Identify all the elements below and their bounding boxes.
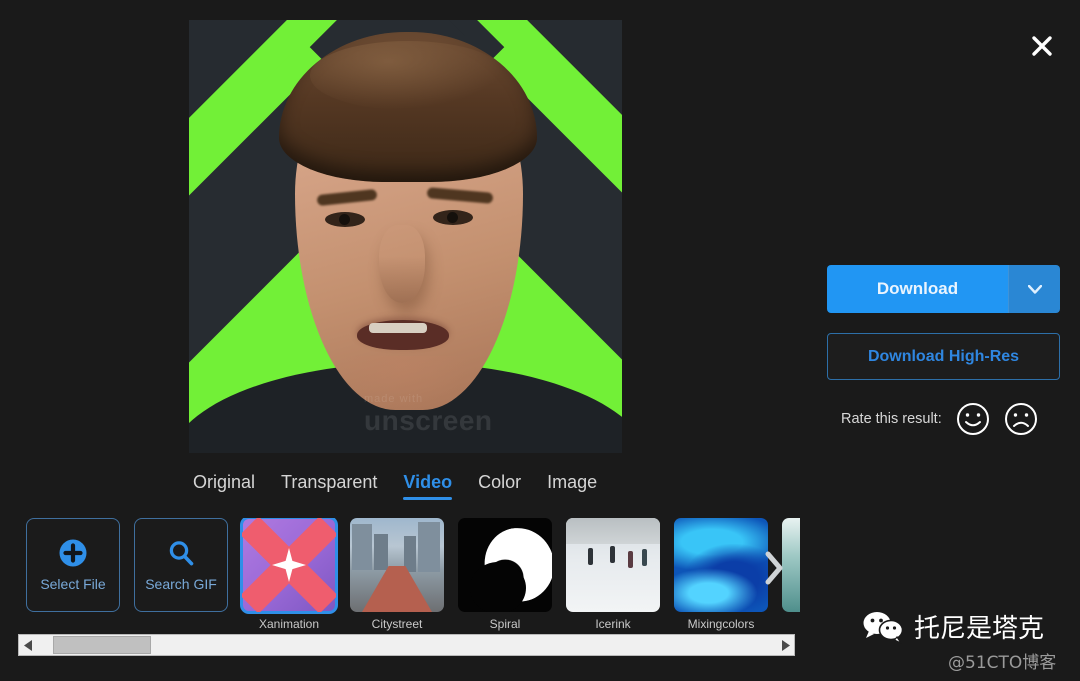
thumbnail-mixingcolors[interactable]: Mixingcolors [674,518,768,631]
thumbnail-list: Select File Search GIF Xanimation Cityst… [26,518,800,631]
mouth [357,320,449,350]
thumbnail-mixingcolors-image [674,518,768,612]
tab-transparent[interactable]: Transparent [281,472,377,500]
spiral-cutout [470,562,526,612]
tab-video[interactable]: Video [403,472,452,500]
teeth [369,323,427,333]
thumbnail-strip-next-button[interactable] [757,548,791,588]
road [362,566,432,612]
result-tabs: Original Transparent Video Color Image [193,472,597,500]
close-icon [1032,36,1052,56]
download-button-label[interactable]: Download [827,265,1008,313]
rating-row: Rate this result: [841,402,1038,436]
thumbnail-icerink-image [566,518,660,612]
thumbnail-spiral-image [458,518,552,612]
background-thumbnail-strip: Select File Search GIF Xanimation Cityst… [0,518,800,634]
rating-label: Rate this result: [841,411,942,427]
thumbnail-xanimation-label: Xanimation [258,617,320,631]
scrollbar-right-arrow[interactable] [776,635,794,655]
thumbnail-spiral[interactable]: Spiral [458,518,552,631]
search-gif-button[interactable]: Search GIF [134,518,228,612]
search-gif-label: Search GIF [145,576,217,592]
thumbnail-icerink[interactable]: Icerink [566,518,660,631]
select-file-button[interactable]: Select File [26,518,120,612]
app-window: made with unscreen Download Download Hig… [0,0,1080,681]
wechat-icon [863,611,904,644]
skater-4 [642,549,647,566]
result-preview-image: made with unscreen [189,20,622,453]
scrollbar-left-arrow[interactable] [19,635,37,655]
thumbnail-xanimation-image [240,518,338,614]
right-eye [433,210,473,225]
thumbnail-spiral-label: Spiral [489,617,521,631]
download-options-dropdown[interactable] [1008,265,1060,313]
wechat-watermark-name: 托尼是塔克 [914,614,1045,644]
thumbnail-citystreet[interactable]: Citystreet [350,518,444,631]
building-1 [352,524,372,570]
unscreen-made-with-label: made with [364,393,424,405]
close-button[interactable] [1024,28,1060,64]
frowny-face-icon[interactable] [1004,402,1038,436]
building-2 [374,534,388,570]
thumbnail-mixingcolors-label: Mixingcolors [687,617,755,631]
color-wave-3 [674,568,758,612]
wechat-watermark: 托尼是塔克 [862,608,1044,645]
unscreen-watermark: made with unscreen [364,394,614,435]
chevron-down-icon [1027,284,1042,294]
download-button[interactable]: Download [827,265,1060,313]
triangle-left-icon [23,639,32,651]
preview-background [189,20,622,453]
smiley-face-icon[interactable] [956,402,990,436]
skater-2 [610,546,615,563]
horizontal-scrollbar[interactable] [18,634,795,656]
select-file-label: Select File [40,576,106,592]
search-icon [169,541,194,566]
nose [379,225,425,303]
tab-image[interactable]: Image [547,472,597,500]
building-3 [418,522,440,572]
unscreen-brand-label: unscreen [364,405,493,436]
thumbnail-citystreet-label: Citystreet [371,617,423,631]
wechat-watermark-handle: @51CTO博客 [948,653,1057,673]
thumbnail-icerink-label: Icerink [595,617,631,631]
tab-color[interactable]: Color [478,472,521,500]
scrollbar-track[interactable] [37,635,776,655]
chevron-right-icon [765,551,783,585]
treeline [566,518,660,544]
building-4 [404,536,416,572]
thumbnail-xanimation[interactable]: Xanimation [240,518,338,631]
tab-original[interactable]: Original [193,472,255,500]
plus-circle-icon [59,539,87,567]
triangle-right-icon [781,639,790,651]
download-high-res-button[interactable]: Download High-Res [827,333,1060,380]
skater-3 [628,551,633,568]
skater-1 [588,548,593,565]
scrollbar-thumb[interactable] [53,636,151,654]
left-eye [325,212,365,227]
thumbnail-citystreet-image [350,518,444,612]
